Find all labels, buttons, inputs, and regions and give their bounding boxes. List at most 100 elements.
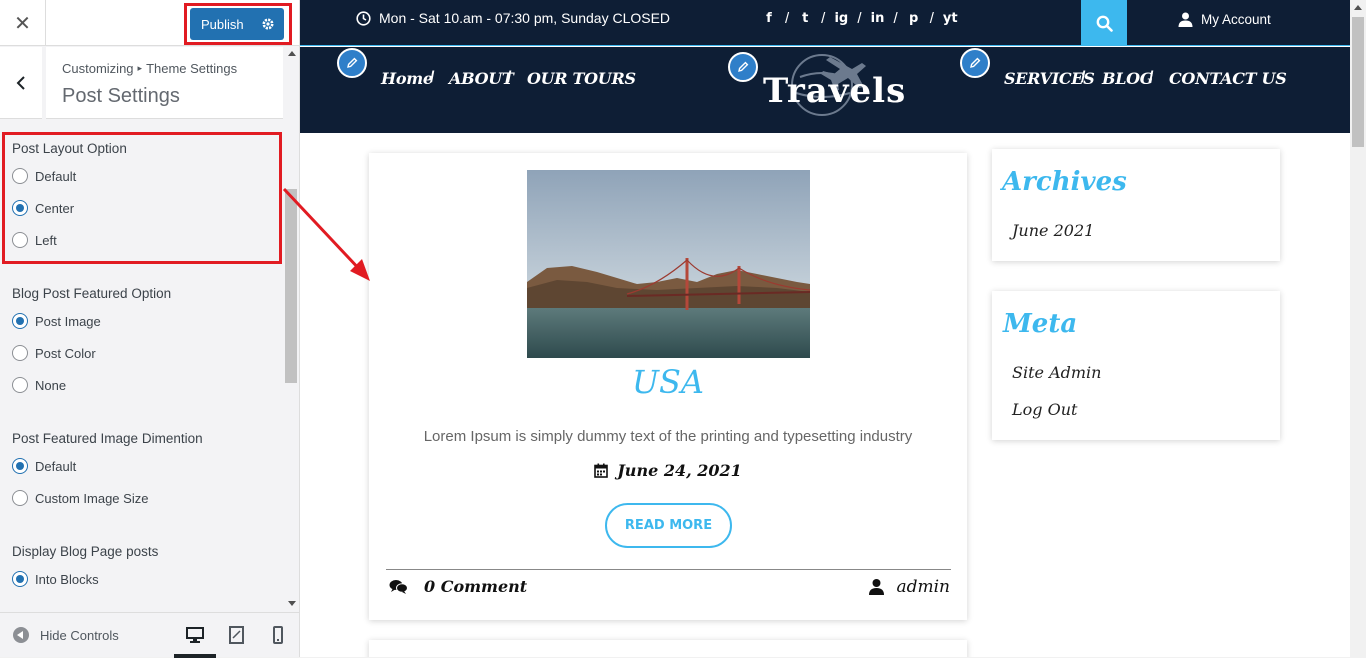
hide-controls-button[interactable]: Hide Controls: [13, 627, 119, 643]
publish-label: Publish: [201, 17, 244, 32]
radio-label: Custom Image Size: [35, 490, 149, 506]
radio-unchecked-icon[interactable]: [12, 232, 28, 248]
meta-widget: Meta Site Admin Log Out: [992, 291, 1280, 440]
radio-option[interactable]: Left: [12, 232, 57, 248]
social-separator: /: [857, 10, 862, 27]
social-separator: /: [821, 10, 826, 27]
desktop-preview-icon[interactable]: [185, 626, 205, 644]
read-more-button[interactable]: READ MORE: [605, 503, 732, 548]
post-title[interactable]: USA: [369, 363, 967, 401]
mobile-preview-icon[interactable]: [268, 626, 288, 644]
scroll-down-arrow[interactable]: [288, 601, 296, 606]
user-icon: [1178, 12, 1193, 27]
radio-option[interactable]: Post Image: [12, 313, 101, 329]
social-separator: /: [893, 10, 898, 27]
user-icon: [869, 579, 885, 595]
archives-widget: Archives June 2021: [992, 149, 1280, 261]
comments-count: 0 Comment: [424, 577, 528, 596]
edit-logo-shortcut[interactable]: [728, 52, 758, 82]
comments-icon: [389, 579, 408, 594]
active-device-indicator: [174, 654, 216, 658]
publish-button[interactable]: Publish: [190, 8, 284, 40]
edit-menu-left-shortcut[interactable]: [337, 48, 367, 78]
twitter-icon[interactable]: t: [798, 11, 812, 26]
gear-icon[interactable]: [261, 14, 275, 34]
nav-home[interactable]: Home: [381, 69, 433, 88]
back-button[interactable]: [0, 47, 46, 119]
radio-option[interactable]: Into Blocks: [12, 571, 99, 587]
instagram-icon[interactable]: ig: [834, 11, 848, 26]
radio-unchecked-icon[interactable]: [12, 490, 28, 506]
opening-hours: Mon - Sat 10.am - 07:30 pm, Sunday CLOSE…: [356, 10, 670, 26]
scroll-up-arrow[interactable]: [1354, 5, 1362, 10]
tablet-preview-icon[interactable]: [227, 626, 247, 644]
radio-label: Post Color: [35, 345, 96, 361]
radio-label: Default: [35, 458, 77, 474]
golden-gate-bridge-image[interactable]: [527, 170, 810, 358]
scrollbar-thumb[interactable]: [285, 189, 297, 383]
post-excerpt: Lorem Ipsum is simply dummy text of the …: [423, 428, 913, 445]
radio-option[interactable]: Custom Image Size: [12, 490, 148, 506]
breadcrumb-separator: ▸: [137, 63, 143, 73]
nav-contact-us[interactable]: CONTACT US: [1169, 69, 1287, 88]
radio-option[interactable]: Default: [12, 458, 76, 474]
social-separator: /: [785, 10, 790, 27]
radio-label: Into Blocks: [35, 571, 99, 587]
meta-title: Meta: [1003, 309, 1078, 339]
post-divider: [386, 569, 951, 570]
radio-checked-icon[interactable]: [12, 458, 28, 474]
nav-blog[interactable]: BLOG: [1102, 69, 1153, 88]
main-navigation: Home / ABOUT / OUR TOURS Travels SERVICE…: [300, 47, 1350, 133]
chevron-left-icon: [16, 76, 25, 90]
youtube-icon[interactable]: yt: [943, 11, 958, 26]
opening-hours-text: Mon - Sat 10.am - 07:30 pm, Sunday CLOSE…: [379, 10, 671, 26]
site-top-bar: Mon - Sat 10.am - 07:30 pm, Sunday CLOSE…: [300, 0, 1350, 46]
nav-separator: /: [1149, 69, 1154, 86]
archive-item-june-2021[interactable]: June 2021: [1012, 221, 1094, 240]
log-out-link[interactable]: Log Out: [1012, 400, 1077, 419]
radio-label: Left: [35, 232, 57, 248]
facebook-icon[interactable]: f: [762, 11, 776, 26]
nav-our-tours[interactable]: OUR TOURS: [527, 69, 636, 88]
pencil-icon: [970, 57, 981, 68]
radio-unchecked-icon[interactable]: [12, 377, 28, 393]
edit-menu-right-shortcut[interactable]: [960, 48, 990, 78]
radio-unchecked-icon[interactable]: [12, 345, 28, 361]
panel-title: Post Settings: [62, 85, 180, 107]
scrollbar-thumb[interactable]: [1352, 17, 1364, 147]
social-links: f / t / ig / in / p / yt: [762, 10, 957, 27]
preview-scrollbar[interactable]: [1350, 0, 1366, 657]
radio-option[interactable]: None: [12, 377, 66, 393]
nav-about[interactable]: ABOUT: [449, 69, 514, 88]
post-card: USA Lorem Ipsum is simply dummy text of …: [369, 153, 967, 620]
my-account-link[interactable]: My Account: [1178, 12, 1271, 27]
collapse-icon: [13, 627, 29, 643]
clock-icon: [356, 10, 371, 26]
radio-option[interactable]: Center: [12, 200, 74, 216]
author-name: admin: [896, 577, 950, 597]
post-card: [369, 640, 967, 657]
radio-checked-icon[interactable]: [12, 313, 28, 329]
pinterest-icon[interactable]: p: [907, 11, 921, 26]
site-admin-link[interactable]: Site Admin: [1012, 363, 1101, 382]
site-logo[interactable]: Travels: [763, 71, 906, 111]
author-link[interactable]: admin: [869, 577, 950, 597]
radio-option[interactable]: Default: [12, 168, 76, 184]
linkedin-icon[interactable]: in: [871, 11, 885, 26]
scroll-up-arrow[interactable]: [288, 51, 296, 56]
close-customizer-button[interactable]: ✕: [0, 0, 46, 46]
radio-checked-icon[interactable]: [12, 200, 28, 216]
radio-checked-icon[interactable]: [12, 571, 28, 587]
search-button[interactable]: [1081, 0, 1127, 46]
sidebar-scrollbar[interactable]: [284, 47, 299, 612]
comments-link[interactable]: 0 Comment: [389, 577, 527, 596]
radio-option[interactable]: Post Color: [12, 345, 96, 361]
close-icon: ✕: [14, 11, 31, 35]
breadcrumb-section: Theme Settings: [146, 61, 238, 76]
social-separator: /: [929, 10, 934, 27]
radio-unchecked-icon[interactable]: [12, 168, 28, 184]
customizer-sidebar: ✕ Publish Customizing ▸ Theme Settings Pos…: [0, 0, 300, 658]
section-title: Post Featured Image Dimention: [12, 431, 203, 446]
radio-label: Default: [35, 168, 77, 184]
section-title: Display Blog Page posts: [12, 544, 159, 559]
